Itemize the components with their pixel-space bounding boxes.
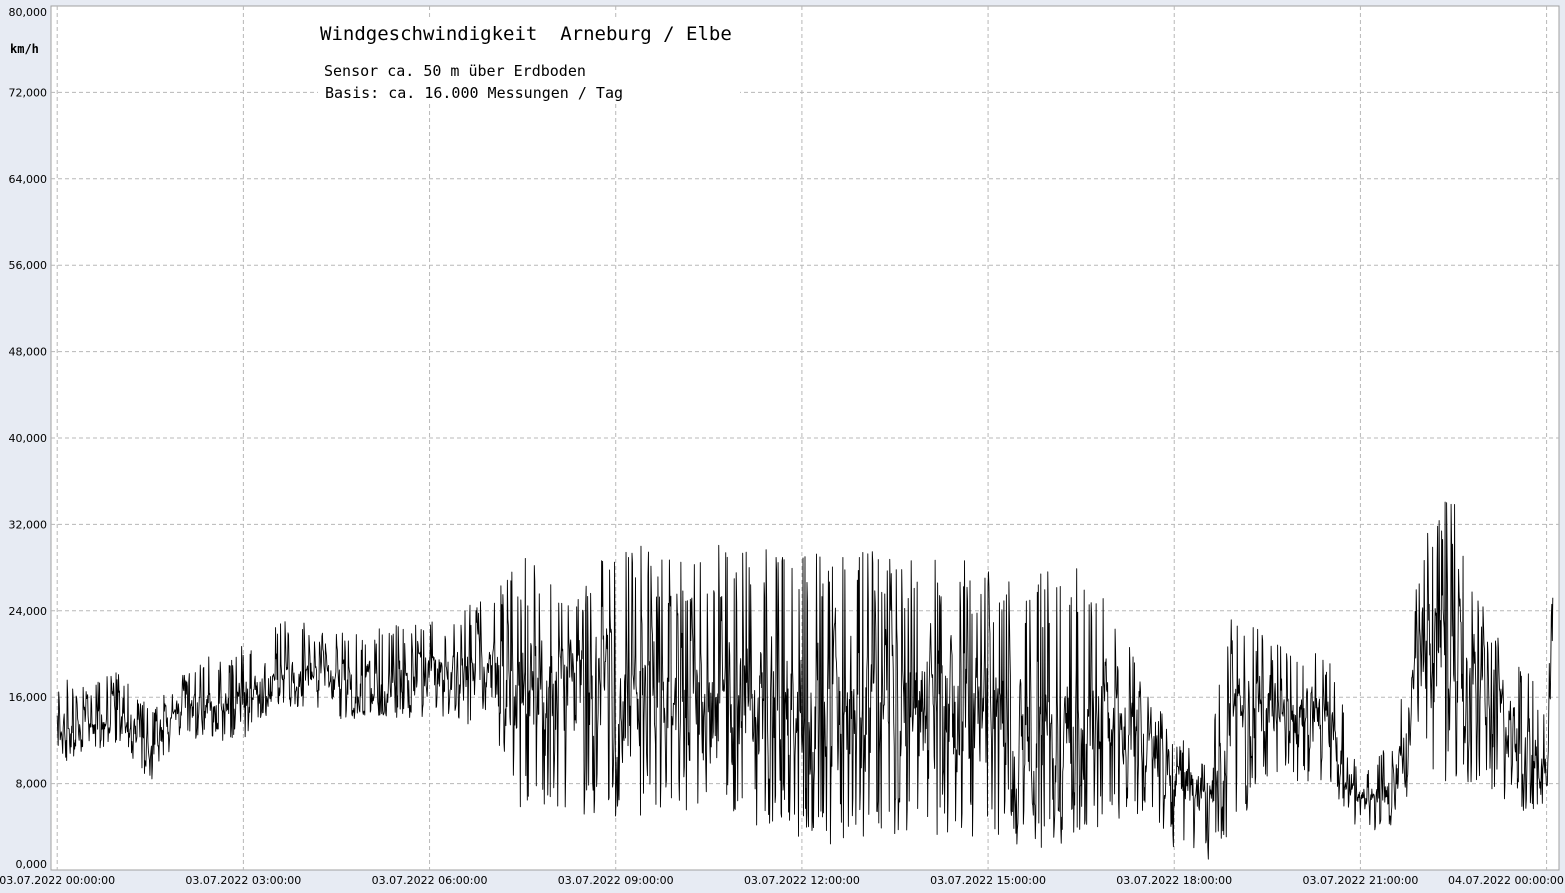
x-tick-label: 03.07.2022 09:00:00 xyxy=(558,874,674,887)
y-tick-label: 24,000 xyxy=(9,605,48,618)
chart-subtitle-sensor: Sensor ca. 50 m über Erdboden xyxy=(324,62,586,80)
x-tick-label: 03.07.2022 21:00:00 xyxy=(1302,874,1418,887)
y-tick-label: 32,000 xyxy=(9,518,48,531)
y-axis-label: km/h xyxy=(10,42,39,56)
chart-subtitle-basis: Basis: ca. 16.000 Messungen / Tag xyxy=(325,84,623,102)
x-tick-label: 03.07.2022 00:00:00 xyxy=(0,874,115,887)
y-tick-label: 0,000 xyxy=(16,858,48,871)
wind-speed-chart: 0,000 8,000 16,000 24,000 32,000 40,000 48,000… xyxy=(0,5,1564,887)
y-tick-label: 64,000 xyxy=(9,173,48,186)
x-tick-label: 03.07.2022 18:00:00 xyxy=(1116,874,1232,887)
x-axis-ticks: 03.07.2022 00:00:00 03.07.2022 03:00:00 03… xyxy=(0,874,1564,887)
x-tick-label: 03.07.2022 15:00:00 xyxy=(930,874,1046,887)
y-tick-label: 80,000 xyxy=(9,6,48,19)
y-tick-label: 8,000 xyxy=(16,778,48,791)
x-tick-label: 03.07.2022 06:00:00 xyxy=(372,874,488,887)
x-tick-label: 04.07.2022 00:00:00 xyxy=(1448,874,1564,887)
chart-title: Windgeschwindigkeit Arneburg / Elbe xyxy=(320,23,732,45)
y-tick-label: 16,000 xyxy=(9,691,48,704)
x-tick-label: 03.07.2022 03:00:00 xyxy=(185,874,301,887)
y-tick-label: 56,000 xyxy=(9,259,48,272)
y-axis-ticks: 0,000 8,000 16,000 24,000 32,000 40,000 48,000… xyxy=(9,6,48,871)
y-tick-label: 48,000 xyxy=(9,346,48,359)
y-tick-label: 40,000 xyxy=(9,432,48,445)
y-tick-label: 72,000 xyxy=(9,86,48,99)
x-tick-label: 03.07.2022 12:00:00 xyxy=(744,874,860,887)
